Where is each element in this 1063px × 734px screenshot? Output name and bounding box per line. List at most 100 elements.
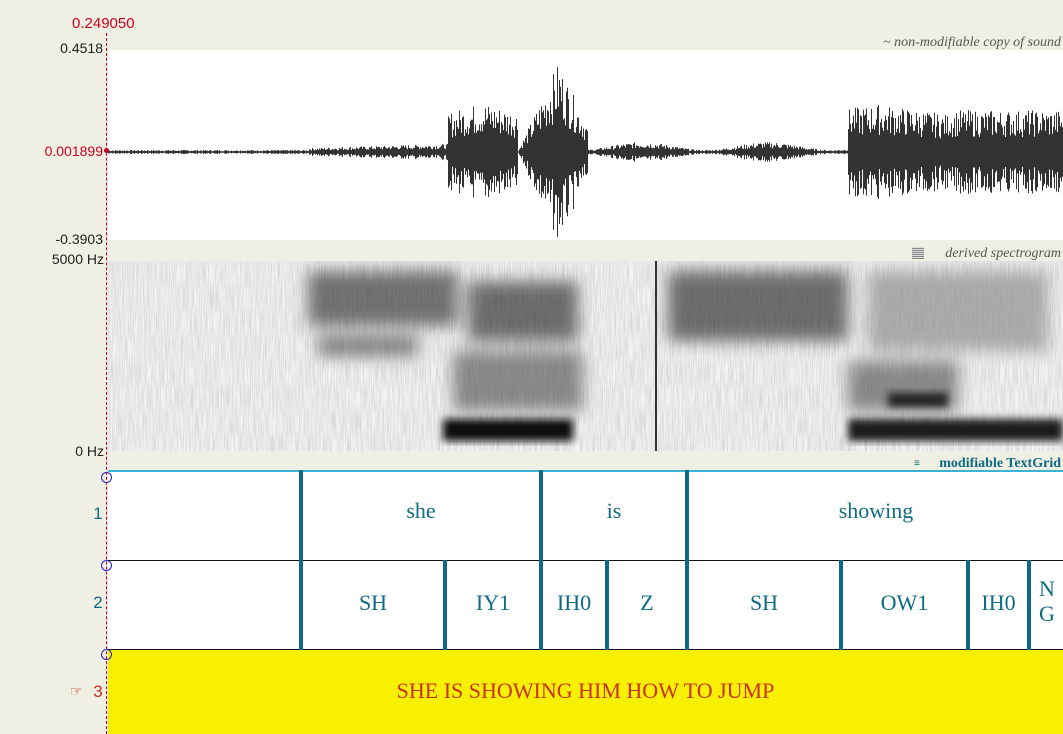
waveform-sample [316, 150, 317, 154]
tier-2-interval[interactable]: Z [609, 590, 685, 616]
waveform-sample [304, 150, 305, 154]
waveform-sample [571, 123, 572, 181]
tier-2-interval[interactable]: IY1 [447, 590, 539, 616]
tier-2-interval[interactable]: N G [1031, 576, 1063, 626]
waveform-pane[interactable] [108, 50, 1063, 240]
waveform-sample [428, 146, 429, 158]
waveform-sample [722, 149, 723, 155]
waveform-sample [119, 150, 120, 154]
waveform-sample [972, 114, 973, 190]
tier-1-boundary[interactable] [685, 470, 689, 650]
tier-2-interval[interactable]: SH [303, 590, 443, 616]
waveform-sample [418, 146, 419, 158]
waveform-sample [967, 121, 968, 183]
waveform-sample [1039, 130, 1040, 174]
waveform-sample [715, 149, 716, 155]
waveform-sample [778, 146, 779, 158]
waveform-sample [132, 151, 133, 153]
waveform-sample [668, 148, 669, 156]
waveform-sample [616, 145, 617, 159]
waveform-sample [928, 115, 929, 189]
waveform-sample [230, 150, 231, 154]
tier-2-interval[interactable]: IH0 [543, 590, 605, 616]
waveform-sample [965, 114, 966, 190]
waveform-sample [377, 147, 378, 157]
spectrogram-pane[interactable] [108, 261, 1063, 451]
tier-1-boundary[interactable] [539, 470, 543, 650]
waveform-sample [524, 142, 525, 162]
waveform-sample [779, 147, 780, 157]
tier-1-interval[interactable]: showing [689, 498, 1063, 524]
tier-1-interval[interactable]: she [303, 498, 539, 524]
waveform-sample [703, 151, 704, 153]
waveform-sample [1059, 116, 1060, 188]
waveform-sample [220, 151, 221, 153]
waveform-sample [593, 150, 594, 154]
waveform-sample [751, 145, 752, 159]
waveform-sample [977, 116, 978, 188]
waveform-sample [753, 143, 754, 161]
waveform-sample [621, 145, 622, 159]
tier-2-interval[interactable]: IH0 [970, 590, 1027, 616]
waveform-sample [333, 149, 334, 155]
waveform-sample [633, 143, 634, 161]
waveform-sample [619, 148, 620, 156]
waveform-sample [733, 149, 734, 155]
waveform-sample [1061, 122, 1062, 182]
waveform-sample [1043, 117, 1044, 187]
waveform-sample [548, 111, 549, 193]
tier-2-interval[interactable]: OW1 [843, 590, 966, 616]
waveform-sample [495, 128, 496, 176]
waveform-sample [861, 116, 862, 188]
waveform-sample [704, 151, 705, 153]
tier-1-number[interactable]: 1 [83, 504, 113, 524]
waveform-sample [284, 150, 285, 154]
waveform-sample [511, 135, 512, 169]
tier-3-interval[interactable]: SHE IS SHOWING HIM HOW TO JUMP [108, 678, 1063, 704]
time-cursor-line[interactable] [106, 33, 107, 734]
waveform-sample [888, 116, 889, 188]
tier-1-interval[interactable]: is [543, 498, 685, 524]
waveform-sample [845, 150, 846, 154]
tier-3-number[interactable]: 3 [83, 682, 113, 702]
waveform-sample [564, 118, 565, 186]
tier-2-number[interactable]: 2 [83, 593, 113, 613]
waveform-sample [467, 126, 468, 178]
waveform-sample [837, 150, 838, 154]
waveform-sample [786, 145, 787, 159]
tier-2-interval[interactable]: SH [689, 590, 839, 616]
waveform-sample [151, 150, 152, 154]
waveform-sample [808, 149, 809, 155]
waveform-sample [791, 147, 792, 157]
waveform-sample [1001, 124, 1002, 180]
waveform-sample [405, 145, 406, 159]
waveform-sample [1042, 113, 1043, 191]
waveform-sample [317, 148, 318, 156]
waveform-sample [422, 147, 423, 157]
waveform-sample [492, 121, 493, 183]
waveform-sample [209, 150, 210, 154]
waveform-sample [667, 146, 668, 158]
waveform-sample [532, 134, 533, 170]
waveform-sample [812, 149, 813, 155]
waveform-sample [662, 146, 663, 158]
waveform-sample [432, 149, 433, 155]
waveform-sample [846, 150, 847, 154]
waveform-sample [969, 125, 970, 179]
waveform-sample [231, 150, 232, 154]
waveform-sample [822, 150, 823, 154]
waveform-sample [130, 150, 131, 154]
textgrid-pane[interactable]: she is showing SH IY1 IH0 Z SH OW1 IH0 N… [108, 470, 1063, 734]
waveform-sample [602, 149, 603, 155]
waveform-sample [736, 149, 737, 155]
waveform-sample [827, 150, 828, 154]
waveform-sample [625, 147, 626, 157]
waveform-sample [398, 149, 399, 155]
waveform-sample [272, 150, 273, 154]
waveform-sample [819, 151, 820, 153]
waveform-sample [156, 150, 157, 154]
waveform-sample [355, 149, 356, 155]
waveform-sample [859, 132, 860, 172]
waveform-sample [762, 147, 763, 157]
waveform-sample [775, 146, 776, 158]
